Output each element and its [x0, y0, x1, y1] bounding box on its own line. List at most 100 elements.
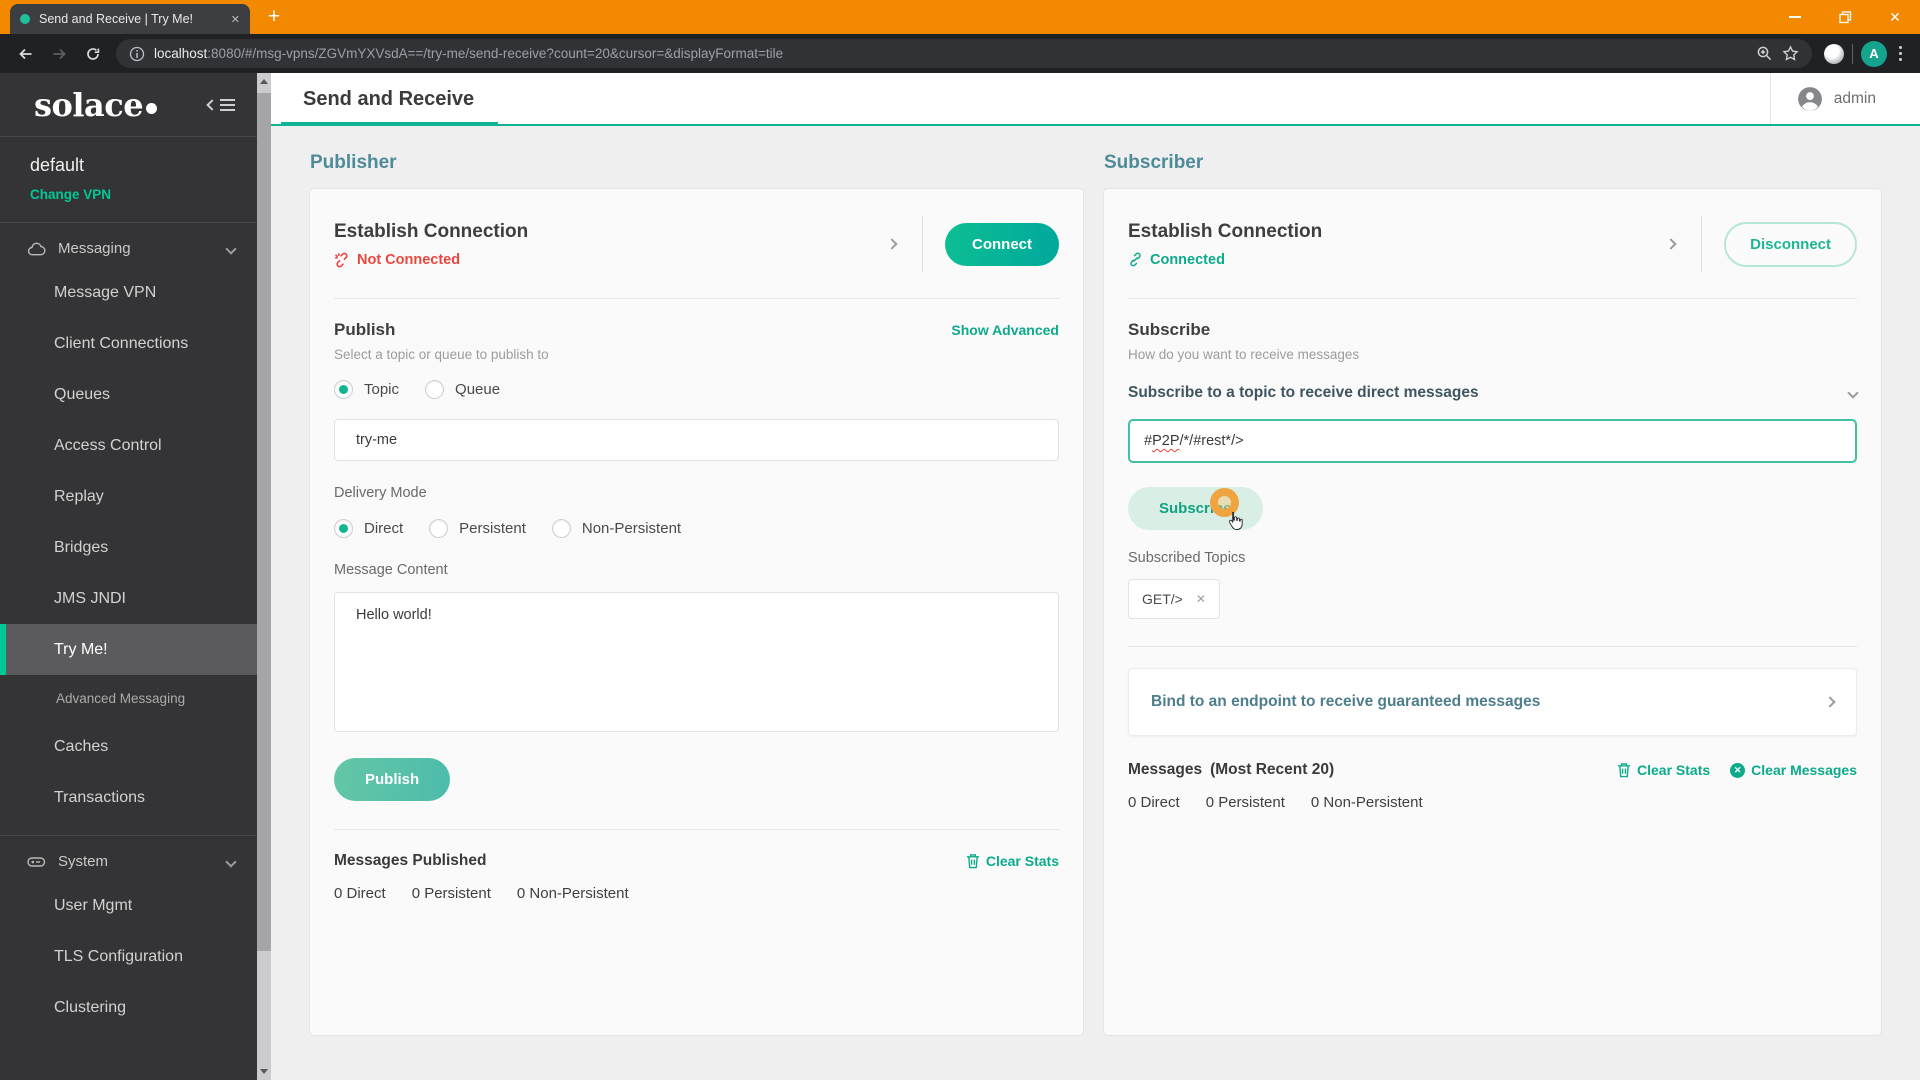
chevron-down-icon [225, 242, 237, 255]
radio-queue[interactable]: Queue [425, 380, 500, 399]
sidebar-item-bridges[interactable]: Bridges [0, 522, 257, 573]
sidebar-item-clustering[interactable]: Clustering [0, 982, 257, 1033]
new-tab-button[interactable]: + [260, 3, 288, 31]
address-bar[interactable]: localhost:8080/#/msg-vpns/ZGVmYXVsdA==/t… [116, 39, 1812, 68]
radio-topic[interactable]: Topic [334, 380, 399, 399]
forward-icon [53, 48, 66, 59]
zoom-icon[interactable] [1756, 45, 1773, 62]
circled-x-icon: ✕ [1730, 762, 1746, 778]
extension-icon[interactable] [1824, 43, 1844, 64]
minimize-button[interactable] [1770, 0, 1820, 34]
publish-topic-input[interactable]: try-me [334, 419, 1059, 461]
radio-label: Topic [364, 381, 400, 398]
connection-expand-button[interactable] [1663, 235, 1679, 253]
subscribe-topic-input[interactable]: # P2P/*/#rest*/> [1128, 419, 1857, 463]
sidebar-item-transactions[interactable]: Transactions [0, 772, 257, 823]
browser-menu-button[interactable] [1891, 46, 1910, 61]
browser-toolbar: localhost:8080/#/msg-vpns/ZGVmYXVsdA==/t… [0, 34, 1920, 73]
vpn-block: default Change VPN [0, 137, 257, 223]
radio-non-persistent[interactable]: Non-Persistent [551, 519, 681, 538]
radio-selected-icon [334, 380, 353, 399]
restore-button[interactable] [1820, 0, 1870, 34]
status-text: Connected [1150, 251, 1225, 268]
subscribe-mode-selector[interactable]: Subscribe to a topic to receive direct m… [1128, 384, 1859, 402]
show-advanced-link[interactable]: Show Advanced [951, 322, 1059, 338]
messages-heading: Messages [1128, 761, 1203, 778]
message-content-textarea[interactable]: Hello world! [334, 592, 1059, 732]
url-text[interactable]: localhost:8080/#/msg-vpns/ZGVmYXVsdA==/t… [154, 46, 1747, 61]
section-label: Messaging [58, 240, 131, 257]
page-tab-send-and-receive[interactable]: Send and Receive [280, 88, 499, 126]
forward-button[interactable] [44, 39, 74, 69]
publish-heading: Publish [334, 320, 396, 339]
trash-icon [1617, 763, 1631, 778]
stat-non-persistent: 0 Non-Persistent [516, 885, 629, 902]
subscribe-mode-label: Subscribe to a topic to receive direct m… [1128, 384, 1479, 401]
sidebar-section-system[interactable]: System [0, 836, 257, 880]
reload-button[interactable] [78, 39, 108, 69]
back-button[interactable] [10, 39, 40, 69]
radio-label: Queue [455, 381, 501, 398]
sidebar-item-replay[interactable]: Replay [0, 471, 257, 522]
sidebar-item-message-vpn[interactable]: Message VPN [0, 267, 257, 318]
sidebar-item-jms-jndi[interactable]: JMS JNDI [0, 573, 257, 624]
radio-persistent[interactable]: Persistent [429, 519, 526, 538]
publisher-title: Publisher [310, 152, 397, 173]
bind-endpoint-card[interactable]: Bind to an endpoint to receive guarantee… [1128, 668, 1857, 736]
publisher-connection-row: Establish Connection Not Connected Conne… [334, 211, 1059, 277]
sidebar-item-try-me[interactable]: Try Me! [0, 624, 257, 675]
broken-link-icon [334, 252, 348, 267]
establish-connection-heading: Establish Connection [1128, 220, 1323, 242]
sidebar-item-access-control[interactable]: Access Control [0, 420, 257, 471]
restore-icon [1838, 10, 1851, 23]
logo-dot-icon [146, 102, 158, 114]
sidebar-scrollbar[interactable] [257, 73, 271, 1080]
back-icon [18, 48, 31, 59]
vertical-divider [1701, 216, 1703, 272]
sidebar-item-advanced-messaging[interactable]: Advanced Messaging [0, 675, 257, 721]
stat-direct: 0 Direct [1128, 794, 1180, 811]
link-icon [1130, 252, 1141, 267]
radio-direct[interactable]: Direct [334, 519, 403, 538]
scroll-up-arrow-icon[interactable] [260, 79, 268, 84]
disconnect-button[interactable]: Disconnect [1724, 221, 1857, 267]
scrollbar-thumb[interactable] [257, 93, 271, 951]
chevron-down-icon [225, 855, 237, 868]
divider [1128, 298, 1857, 299]
scroll-down-arrow-icon[interactable] [260, 1069, 268, 1074]
subscriber-column: Subscriber Establish Connection Connecte… [1103, 142, 1882, 1080]
remove-topic-icon[interactable]: ✕ [1196, 592, 1206, 606]
sidebar-collapse-button[interactable] [206, 98, 235, 111]
publish-button[interactable]: Publish [334, 758, 451, 801]
main-area: Send and Receive admin Publisher Establi… [271, 73, 1920, 1080]
tab-close-icon[interactable]: ✕ [231, 13, 240, 26]
sidebar-item-caches[interactable]: Caches [0, 721, 257, 772]
stat-direct: 0 Direct [334, 885, 386, 902]
sidebar-item-client-connections[interactable]: Client Connections [0, 318, 257, 369]
sidebar-section-messaging[interactable]: Messaging [0, 223, 257, 267]
user-menu[interactable]: admin [1769, 73, 1920, 124]
sidebar-item-queues[interactable]: Queues [0, 369, 257, 420]
connection-expand-button[interactable] [884, 235, 900, 253]
clear-stats-link[interactable]: Clear Stats [1617, 762, 1710, 778]
bookmark-star-icon[interactable] [1782, 45, 1799, 62]
sidebar-item-user-mgmt[interactable]: User Mgmt [0, 880, 257, 931]
clear-messages-link[interactable]: ✕ Clear Messages [1730, 762, 1857, 778]
publish-subtitle: Select a topic or queue to publish to [334, 347, 549, 362]
connect-button[interactable]: Connect [945, 222, 1059, 266]
close-icon: ✕ [1889, 8, 1901, 25]
stat-non-persistent: 0 Non-Persistent [1310, 794, 1423, 811]
sidebar-item-tls-configuration[interactable]: TLS Configuration [0, 931, 257, 982]
chevron-down-icon [1847, 387, 1859, 399]
browser-tab[interactable]: Send and Receive | Try Me! ✕ [10, 4, 250, 34]
content: Publisher Establish Connection Not Conne… [271, 126, 1920, 1080]
change-vpn-link[interactable]: Change VPN [30, 187, 227, 202]
subscriber-connection-row: Establish Connection Connected Disconnec… [1128, 211, 1857, 277]
message-content-label: Message Content [334, 562, 448, 578]
publisher-connection-info: Establish Connection Not Connected [334, 221, 528, 268]
close-button[interactable]: ✕ [1870, 0, 1920, 34]
favicon-icon [20, 14, 30, 24]
site-info-icon[interactable] [129, 46, 145, 62]
browser-profile-avatar[interactable]: A [1861, 40, 1887, 67]
clear-stats-link[interactable]: Clear Stats [966, 853, 1059, 869]
